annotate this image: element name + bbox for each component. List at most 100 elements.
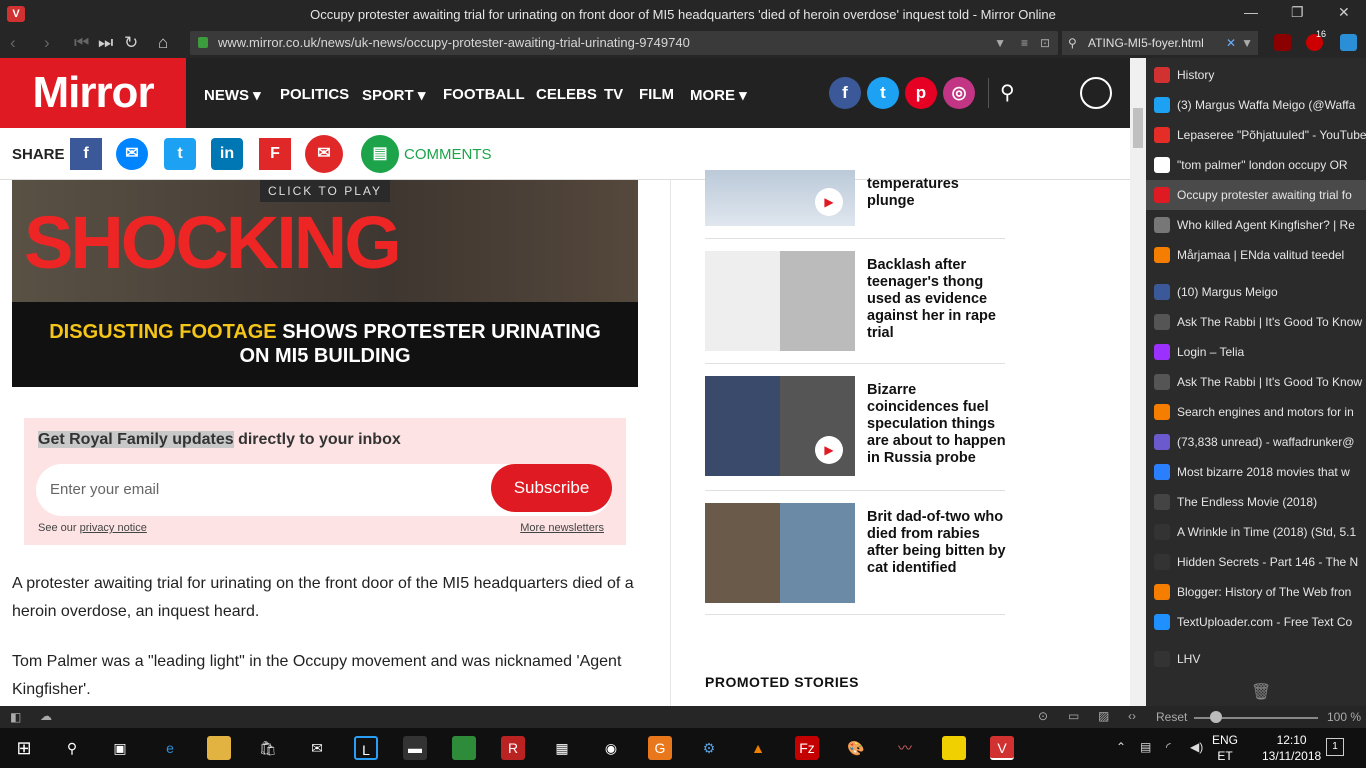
settings-icon[interactable]: ⚙ bbox=[697, 736, 721, 760]
privacy-notice-link[interactable]: privacy notice bbox=[80, 522, 147, 534]
capture-icon[interactable]: ⊙ bbox=[1038, 709, 1048, 723]
panel-toggle-icon[interactable]: ◧ bbox=[10, 710, 21, 724]
panel-item[interactable]: History bbox=[1146, 60, 1366, 90]
share-linkedin-icon[interactable]: in bbox=[211, 138, 243, 170]
panel-item[interactable]: Occupy protester awaiting trial fo bbox=[1146, 180, 1366, 210]
sidebar-story[interactable]: ▶ temperatures plunge bbox=[705, 170, 1005, 226]
reload-icon[interactable]: ↻ bbox=[124, 33, 138, 53]
vlc-icon[interactable]: ▲ bbox=[746, 736, 770, 760]
nav-celebs[interactable]: CELEBS bbox=[536, 86, 597, 103]
forward-icon[interactable]: › bbox=[44, 33, 50, 53]
clear-icon[interactable]: ✕ bbox=[1226, 31, 1236, 55]
app-g-icon[interactable]: G bbox=[648, 736, 672, 760]
share-twitter-icon[interactable]: t bbox=[164, 138, 196, 170]
task-view-icon[interactable]: ▣ bbox=[108, 736, 132, 760]
panel-item[interactable]: Most bizarre 2018 movies that w bbox=[1146, 457, 1366, 487]
panel-item[interactable]: (3) Margus Waffa Meigo (@Waffa bbox=[1146, 90, 1366, 120]
panel-item[interactable]: Lepaseree "Põhjatuuled" - YouTube bbox=[1146, 120, 1366, 150]
play-icon[interactable]: ▶ bbox=[815, 188, 843, 216]
camera-icon[interactable]: ◉ bbox=[599, 736, 623, 760]
zoom-slider-knob[interactable] bbox=[1210, 711, 1222, 723]
zoom-reset[interactable]: Reset bbox=[1156, 710, 1187, 724]
share-messenger-icon[interactable]: ✉ bbox=[116, 138, 148, 170]
store-icon[interactable]: 🛍 bbox=[256, 736, 280, 760]
network-icon[interactable]: ▤ bbox=[1140, 740, 1151, 754]
windows-start-icon[interactable]: ⊞ bbox=[12, 736, 36, 760]
nav-more[interactable]: MORE ▾ bbox=[690, 86, 747, 104]
facebook-icon[interactable]: f bbox=[829, 77, 861, 109]
page-scrollbar[interactable] bbox=[1130, 58, 1146, 706]
close-icon[interactable]: ✕ bbox=[1338, 4, 1350, 21]
nav-football[interactable]: FOOTBALL bbox=[443, 86, 525, 103]
bookmark-icon[interactable]: ⊡ bbox=[1040, 31, 1050, 55]
mail-icon[interactable]: ✉ bbox=[305, 736, 329, 760]
panel-item[interactable]: "tom palmer" london occupy OR bbox=[1146, 150, 1366, 180]
url-field[interactable]: www.mirror.co.uk/news/uk-news/occupy-pro… bbox=[190, 31, 1058, 55]
rewind-icon[interactable]: ⏮ bbox=[74, 33, 89, 53]
panel-item[interactable]: LHV bbox=[1146, 644, 1366, 674]
panel-item[interactable]: Mårjamaa | ENda valitud teedel bbox=[1146, 240, 1366, 270]
calculator-icon[interactable]: ▦ bbox=[550, 736, 574, 760]
comments-icon[interactable]: ▤ bbox=[361, 135, 399, 173]
back-icon[interactable]: ‹ bbox=[10, 33, 16, 53]
search-engine-dropdown-icon[interactable]: ▼ bbox=[1241, 31, 1253, 55]
search-icon[interactable]: ⚲ bbox=[60, 736, 84, 760]
panel-item[interactable]: TextUploader.com - Free Text Co bbox=[1146, 607, 1366, 637]
home-icon[interactable]: ⌂ bbox=[158, 33, 168, 53]
edge-icon[interactable]: e bbox=[158, 736, 182, 760]
sticky-notes-icon[interactable] bbox=[942, 736, 966, 760]
subscribe-button[interactable]: Subscribe bbox=[491, 464, 612, 512]
panel-item[interactable]: Search engines and motors for in bbox=[1146, 397, 1366, 427]
mirror-logo[interactable]: Mirror bbox=[0, 58, 186, 128]
tray-chevron-icon[interactable]: ⌃ bbox=[1116, 740, 1126, 754]
panel-item[interactable]: (10) Margus Meigo bbox=[1146, 277, 1366, 307]
video-player[interactable]: SHOCKING CLICK TO PLAY bbox=[12, 180, 638, 302]
wifi-icon[interactable]: ◜ bbox=[1166, 740, 1171, 754]
more-newsletters-link[interactable]: More newsletters bbox=[520, 522, 604, 534]
account-icon[interactable] bbox=[1080, 77, 1112, 109]
panel-item[interactable]: (73,838 unread) - waffadrunker@ bbox=[1146, 427, 1366, 457]
search-field[interactable]: ⚲ ATING-MI5-foyer.html ✕ ▼ bbox=[1062, 31, 1258, 55]
maximize-icon[interactable]: ❐ bbox=[1291, 4, 1304, 21]
volume-icon[interactable]: ◀) bbox=[1190, 740, 1203, 754]
trash-icon[interactable]: 🗑 bbox=[1251, 682, 1271, 702]
download-icon[interactable] bbox=[1274, 34, 1291, 51]
scrollbar-thumb[interactable] bbox=[1133, 108, 1143, 148]
images-icon[interactable]: ▨ bbox=[1098, 709, 1109, 723]
nav-tv[interactable]: TV bbox=[604, 86, 623, 103]
comments-link[interactable]: COMMENTS bbox=[404, 146, 492, 163]
language-indicator[interactable]: ENG ET bbox=[1212, 732, 1238, 764]
twitter-icon[interactable]: t bbox=[867, 77, 899, 109]
panel-item[interactable]: A Wrinkle in Time (2018) (Std, 5.1 bbox=[1146, 517, 1366, 547]
panel-item[interactable]: Ask The Rabbi | It's Good To Know bbox=[1146, 307, 1366, 337]
search-icon[interactable]: ⚲ bbox=[1000, 80, 1015, 105]
page-actions-icon[interactable]: ‹› bbox=[1128, 709, 1136, 723]
nav-film[interactable]: FILM bbox=[639, 86, 674, 103]
dropdown-icon[interactable]: ▼ bbox=[994, 31, 1006, 55]
filezilla-icon[interactable]: Fz bbox=[795, 736, 819, 760]
panel-item[interactable]: The Endless Movie (2018) bbox=[1146, 487, 1366, 517]
notification-icon[interactable]: 1 bbox=[1326, 738, 1344, 756]
pinterest-icon[interactable]: p bbox=[905, 77, 937, 109]
share-email-icon[interactable]: ✉ bbox=[305, 135, 343, 173]
app-r-icon[interactable]: R bbox=[501, 736, 525, 760]
share-facebook-icon[interactable]: f bbox=[70, 138, 102, 170]
paint-icon[interactable]: 🎨 bbox=[844, 736, 868, 760]
fast-forward-icon[interactable]: ⏭ bbox=[98, 33, 113, 53]
nav-news[interactable]: NEWS ▾ bbox=[204, 86, 261, 104]
click-to-play-label[interactable]: CLICK TO PLAY bbox=[260, 180, 390, 202]
reader-icon[interactable]: ≡ bbox=[1021, 31, 1028, 55]
tiling-icon[interactable]: ▭ bbox=[1068, 709, 1079, 723]
file-explorer-icon[interactable] bbox=[207, 736, 231, 760]
panel-item[interactable]: Login – Telia bbox=[1146, 337, 1366, 367]
panel-item[interactable]: Blogger: History of The Web fron bbox=[1146, 577, 1366, 607]
panel-item[interactable]: Ask The Rabbi | It's Good To Know bbox=[1146, 367, 1366, 397]
cloud-icon[interactable]: ☁ bbox=[40, 709, 52, 723]
share-flipboard-icon[interactable]: F bbox=[259, 138, 291, 170]
panel-item[interactable]: Who killed Agent Kingfisher? | Re bbox=[1146, 210, 1366, 240]
spreadsheet-icon[interactable] bbox=[452, 736, 476, 760]
play-icon[interactable]: ▶ bbox=[815, 436, 843, 464]
minimize-icon[interactable]: — bbox=[1244, 4, 1258, 20]
vivaldi-taskbar-icon[interactable]: V bbox=[990, 736, 1014, 760]
terminal-icon[interactable]: ▬ bbox=[403, 736, 427, 760]
